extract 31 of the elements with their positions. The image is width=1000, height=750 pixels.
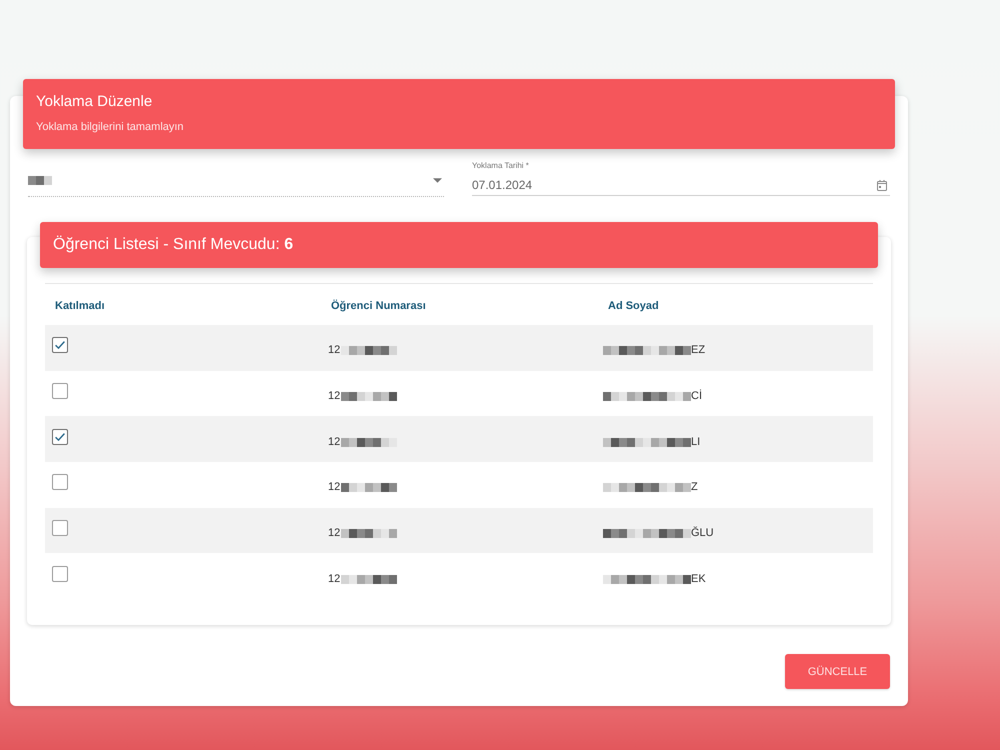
date-value: 07.01.2024 (472, 178, 532, 192)
student-number: 12 (328, 344, 340, 358)
student-name: EK (691, 572, 706, 586)
caret-icon (433, 178, 442, 183)
student-name: LI (691, 436, 700, 449)
checkbox[interactable] (52, 520, 68, 536)
header-title: Yoklama Düzenle (36, 93, 152, 111)
field-label: Yoklama Tarihi * (472, 161, 529, 171)
student-number: 12 (328, 436, 340, 449)
checkbox[interactable] (52, 474, 68, 490)
checkmark-icon (55, 341, 65, 350)
checkbox[interactable] (52, 566, 68, 582)
student-number: 12 (328, 481, 340, 494)
checkbox[interactable] (52, 383, 68, 400)
list-title: Öğrenci Listesi - Sınıf Mevcudu: 6 (53, 236, 294, 254)
calendar-icon[interactable] (877, 180, 887, 190)
column-header: Katılmadı (54, 300, 105, 312)
checkbox[interactable] (52, 428, 68, 445)
student-name: EZ (691, 344, 706, 358)
student-number: 12 (328, 527, 340, 540)
column-header: Ad Soyad (607, 300, 659, 312)
student-number: 12 (328, 390, 340, 404)
header-subtitle: Yoklama bilgilerini tamamlayın (36, 120, 184, 134)
checkmark-icon (55, 432, 65, 441)
column-header: Öğrenci Numarası (330, 300, 426, 312)
student-number: 12 (328, 572, 340, 586)
checkbox[interactable] (52, 337, 68, 354)
student-name: Z (691, 481, 698, 494)
student-name: Cİ (691, 390, 702, 404)
date-field[interactable]: Yoklama Tarihi * 07.01.2024 (472, 161, 890, 196)
student-name: ĞLU (691, 527, 714, 540)
